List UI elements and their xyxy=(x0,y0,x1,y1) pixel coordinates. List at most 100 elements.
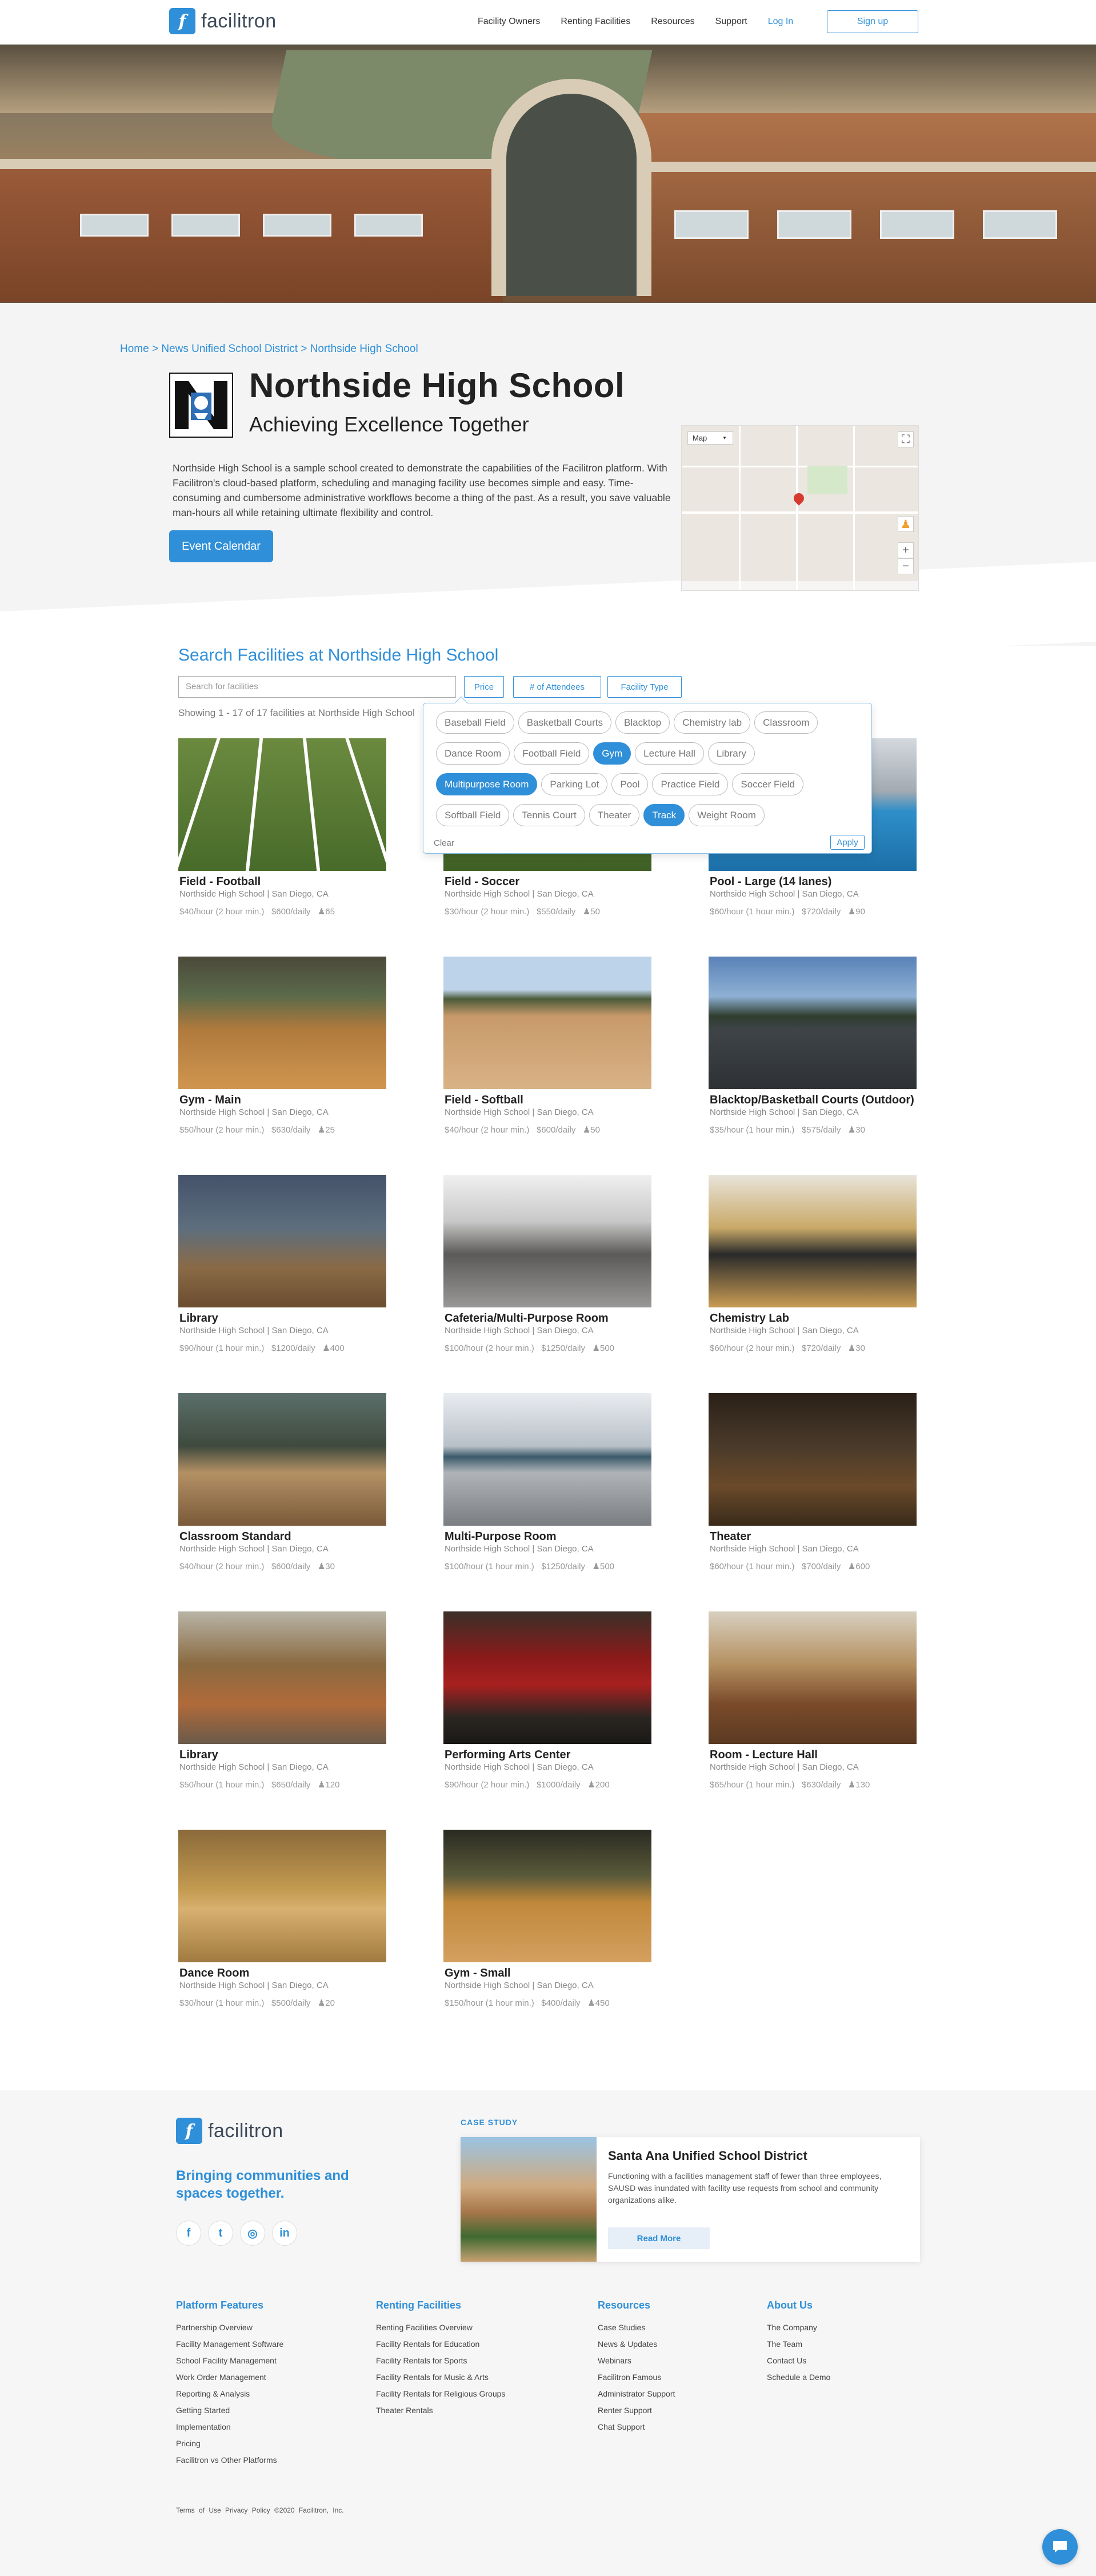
facility-image[interactable] xyxy=(178,1393,386,1526)
footer-link[interactable]: Facility Rentals for Education xyxy=(376,2336,505,2353)
footer-link[interactable]: Chat Support xyxy=(598,2419,675,2435)
facility-type-chip[interactable]: Practice Field xyxy=(652,773,729,795)
facility-name[interactable]: Library xyxy=(179,1312,218,1325)
search-input[interactable]: Search for facilities xyxy=(178,676,456,698)
footer-link[interactable]: The Company xyxy=(767,2319,830,2336)
footer-link[interactable]: Schedule a Demo xyxy=(767,2369,830,2386)
footer-link[interactable]: Pricing xyxy=(176,2435,283,2452)
facility-name[interactable]: Pool - Large (14 lanes) xyxy=(710,875,831,889)
facility-type-chip[interactable]: Parking Lot xyxy=(541,773,608,795)
nav-support[interactable]: Support xyxy=(715,17,747,27)
facility-card[interactable]: Gym - Main Northside High School | San Di… xyxy=(178,957,386,1151)
facility-name[interactable]: Classroom Standard xyxy=(179,1530,291,1543)
street-view-icon[interactable]: ♟ xyxy=(898,516,914,532)
facility-type-chip[interactable]: Theater xyxy=(589,804,640,826)
facility-name[interactable]: Theater xyxy=(710,1530,751,1543)
facility-card[interactable]: Dance Room Northside High School | San Di… xyxy=(178,1830,386,2024)
facility-card[interactable]: Field - Softball Northside High School | … xyxy=(443,957,651,1151)
facility-name[interactable]: Cafeteria/Multi-Purpose Room xyxy=(445,1312,609,1325)
apply-filter-button[interactable]: Apply xyxy=(830,835,865,850)
facility-type-chip[interactable]: Chemistry lab xyxy=(674,711,751,734)
facility-card[interactable]: Multi-Purpose Room Northside High School … xyxy=(443,1393,651,1587)
facility-card[interactable]: Room - Lecture Hall Northside High School… xyxy=(709,1611,917,1806)
facility-image[interactable] xyxy=(709,1175,917,1307)
facilitron-logo[interactable]: f facilitron xyxy=(169,8,277,34)
facility-image[interactable] xyxy=(443,1393,651,1526)
facility-image[interactable] xyxy=(709,1611,917,1744)
nav-facility-owners[interactable]: Facility Owners xyxy=(478,17,540,27)
footer-link[interactable]: Facilitron Famous xyxy=(598,2369,675,2386)
footer-link[interactable]: Facility Management Software xyxy=(176,2336,283,2353)
footer-link[interactable]: Reporting & Analysis xyxy=(176,2386,283,2402)
school-map[interactable]: Map ▼ ⛶ ♟ + − xyxy=(681,425,919,591)
facility-name[interactable]: Library xyxy=(179,1749,218,1762)
nav-renting-facilities[interactable]: Renting Facilities xyxy=(561,17,630,27)
footer-logo[interactable]: f facilitron xyxy=(176,2118,283,2144)
facility-name[interactable]: Multi-Purpose Room xyxy=(445,1530,557,1543)
footer-link[interactable]: Contact Us xyxy=(767,2353,830,2369)
facility-type-chip[interactable]: Weight Room xyxy=(689,804,765,826)
facility-image[interactable] xyxy=(709,957,917,1089)
facility-type-chip[interactable]: Tennis Court xyxy=(513,804,585,826)
footer-link[interactable]: Renter Support xyxy=(598,2402,675,2419)
facility-type-chip[interactable]: Blacktop xyxy=(615,711,670,734)
map-pin-icon[interactable] xyxy=(791,491,806,506)
facility-name[interactable]: Field - Football xyxy=(179,875,261,889)
chat-button[interactable] xyxy=(1042,2529,1078,2565)
facility-name[interactable]: Field - Softball xyxy=(445,1094,523,1107)
fullscreen-icon[interactable]: ⛶ xyxy=(898,431,914,447)
facility-name[interactable]: Blacktop/Basketball Courts (Outdoor) xyxy=(710,1094,914,1107)
terms-link[interactable]: Terms of Use xyxy=(176,2506,221,2514)
footer-link[interactable]: Administrator Support xyxy=(598,2386,675,2402)
footer-link[interactable]: Facility Rentals for Religious Groups xyxy=(376,2386,505,2402)
facility-type-chip[interactable]: Baseball Field xyxy=(436,711,514,734)
price-filter-button[interactable]: Price xyxy=(464,676,504,698)
facility-type-chip[interactable]: Library xyxy=(707,742,755,765)
facility-type-chip[interactable]: Pool xyxy=(611,773,649,795)
facility-name[interactable]: Dance Room xyxy=(179,1967,249,1980)
facility-type-filter-button[interactable]: Facility Type xyxy=(607,676,682,698)
footer-link[interactable]: News & Updates xyxy=(598,2336,675,2353)
footer-link[interactable]: Partnership Overview xyxy=(176,2319,283,2336)
facility-image[interactable] xyxy=(443,1611,651,1744)
facility-type-chip[interactable]: Multipurpose Room xyxy=(436,773,538,795)
facility-type-chip[interactable]: Gym xyxy=(593,742,631,765)
facility-name[interactable]: Performing Arts Center xyxy=(445,1749,570,1762)
facility-image[interactable] xyxy=(443,1175,651,1307)
attendees-filter-button[interactable]: # of Attendees xyxy=(513,676,601,698)
facility-image[interactable] xyxy=(178,1611,386,1744)
facility-type-chip[interactable]: Dance Room xyxy=(436,742,510,765)
facility-card[interactable]: Chemistry Lab Northside High School | San… xyxy=(709,1175,917,1369)
nav-resources[interactable]: Resources xyxy=(651,17,694,27)
facility-name[interactable]: Room - Lecture Hall xyxy=(710,1749,818,1762)
instagram-icon[interactable]: ◎ xyxy=(240,2221,265,2246)
login-link[interactable]: Log In xyxy=(768,17,793,27)
footer-link[interactable]: Webinars xyxy=(598,2353,675,2369)
facility-image[interactable] xyxy=(178,738,386,871)
twitter-icon[interactable]: t xyxy=(208,2221,233,2246)
footer-link[interactable]: The Team xyxy=(767,2336,830,2353)
map-zoom-in[interactable]: + xyxy=(898,542,914,558)
map-zoom-out[interactable]: − xyxy=(898,558,914,574)
facility-type-chip[interactable]: Classroom xyxy=(754,711,818,734)
facility-card[interactable]: Classroom Standard Northside High School … xyxy=(178,1393,386,1587)
footer-link[interactable]: Getting Started xyxy=(176,2402,283,2419)
facility-name[interactable]: Gym - Small xyxy=(445,1967,511,1980)
footer-link[interactable]: Facility Rentals for Music & Arts xyxy=(376,2369,505,2386)
facility-card[interactable]: Library Northside High School | San Diego… xyxy=(178,1175,386,1369)
map-type-control[interactable]: Map ▼ xyxy=(687,431,733,445)
facility-type-chip[interactable]: Soccer Field xyxy=(732,773,803,795)
facility-card[interactable]: Blacktop/Basketball Courts (Outdoor) Nort… xyxy=(709,957,917,1151)
footer-link[interactable]: Renting Facilities Overview xyxy=(376,2319,505,2336)
facebook-icon[interactable]: f xyxy=(176,2221,201,2246)
footer-link[interactable]: Implementation xyxy=(176,2419,283,2435)
facility-card[interactable]: Performing Arts Center Northside High Sch… xyxy=(443,1611,651,1806)
facility-type-chip[interactable]: Lecture Hall xyxy=(635,742,704,765)
clear-filter-link[interactable]: Clear xyxy=(434,838,454,848)
facility-image[interactable] xyxy=(709,1393,917,1526)
breadcrumb[interactable]: Home > News Unified School District > No… xyxy=(120,343,418,355)
footer-link[interactable]: Work Order Management xyxy=(176,2369,283,2386)
linkedin-icon[interactable]: in xyxy=(272,2221,297,2246)
read-more-button[interactable]: Read More xyxy=(608,2227,710,2249)
footer-link[interactable]: School Facility Management xyxy=(176,2353,283,2369)
